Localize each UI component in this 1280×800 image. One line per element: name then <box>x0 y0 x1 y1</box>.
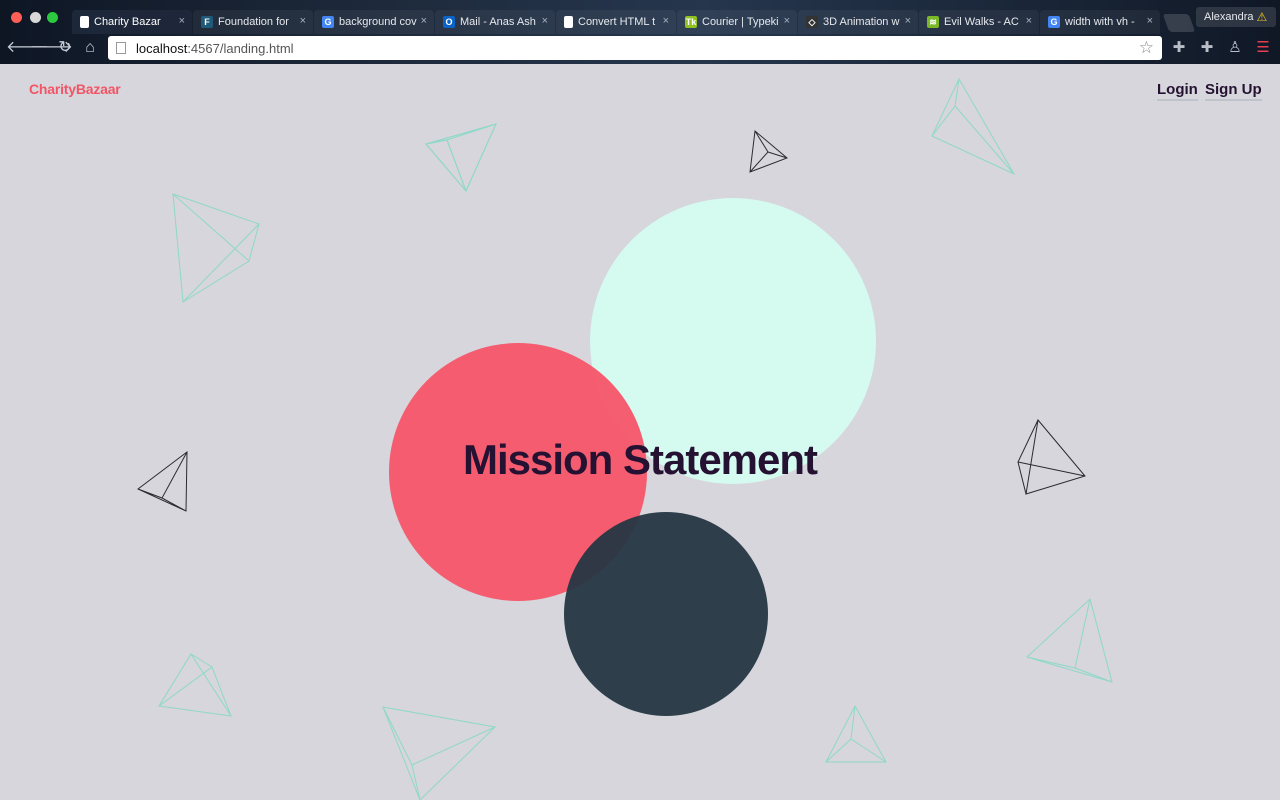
back-icon[interactable]: 🡐 <box>6 38 49 58</box>
tab-close-icon[interactable]: × <box>421 15 427 27</box>
maximize-window-button[interactable] <box>47 12 58 23</box>
page-icon <box>116 42 126 54</box>
warning-icon: ⚠ <box>1256 10 1268 24</box>
spotify-icon: ≋ <box>927 16 939 28</box>
address-bar[interactable]: localhost :4567/landing.html ☆ <box>108 36 1162 60</box>
tab-title: Charity Bazar <box>94 16 161 28</box>
tab-2[interactable]: Gbackground cov × <box>314 10 434 34</box>
tab-strip: Charity Bazar × F Foundation for × Gbackgroun… <box>72 8 1196 34</box>
google-icon: G <box>322 16 334 28</box>
mission-heading: Mission Statement <box>462 436 818 483</box>
login-link[interactable]: Login <box>1157 81 1198 101</box>
tab-4[interactable]: Convert HTML t × <box>556 10 676 34</box>
tab-close-icon[interactable]: × <box>179 15 185 27</box>
extension-person-icon[interactable]: ♙ <box>1226 38 1244 58</box>
extension-puzzle-icon-2[interactable]: ✚ <box>1198 38 1216 58</box>
minimize-window-button[interactable] <box>30 12 41 23</box>
tab-3[interactable]: O Mail - Anas Ash × <box>435 10 555 34</box>
tab-7[interactable]: ≋ Evil Walks - AC × <box>919 10 1039 34</box>
profile-name: Alexandra <box>1204 11 1254 23</box>
forward-icon[interactable]: 🡒 <box>30 38 73 58</box>
tab-close-icon[interactable]: × <box>300 15 306 27</box>
extension-puzzle-icon[interactable]: ✚ <box>1170 38 1188 58</box>
foundation-icon: F <box>201 16 213 28</box>
tab-6[interactable]: ◇ 3D Animation w × <box>798 10 918 34</box>
tab-close-icon[interactable]: × <box>1026 15 1032 27</box>
signup-link[interactable]: Sign Up <box>1205 81 1262 101</box>
brand-logo[interactable]: CharityBazaar <box>29 81 121 97</box>
close-window-button[interactable] <box>11 12 22 23</box>
menu-hamburger-icon[interactable]: ☰ <box>1254 38 1272 58</box>
tab-8[interactable]: Gwidth with vh - × <box>1040 10 1160 34</box>
profile-button[interactable]: Alexandra ⚠ <box>1196 7 1276 27</box>
home-icon[interactable]: ⌂ <box>80 38 100 58</box>
tab-5[interactable]: Tk Courier | Typeki × <box>677 10 797 34</box>
page-icon <box>564 16 573 28</box>
landing-page: CharityBazaar Login Sign Up Mission Stat… <box>0 64 1280 800</box>
tab-close-icon[interactable]: × <box>663 15 669 27</box>
tab-close-icon[interactable]: × <box>784 15 790 27</box>
new-tab-button[interactable] <box>1162 14 1196 32</box>
outlook-icon: O <box>443 16 455 28</box>
tab-title: Convert HTML t <box>578 16 656 28</box>
page-icon <box>80 16 89 28</box>
tab-close-icon[interactable]: × <box>1147 15 1153 27</box>
typekit-icon: Tk <box>685 16 697 28</box>
url-path: :4567/landing.html <box>187 40 294 56</box>
dark-circle <box>564 512 768 716</box>
url-host: localhost <box>136 40 188 56</box>
tab-close-icon[interactable]: × <box>905 15 911 27</box>
reload-icon[interactable]: ↻ <box>55 38 75 58</box>
bookmark-star-icon[interactable]: ☆ <box>1139 38 1154 58</box>
codepen-icon: ◇ <box>806 16 818 28</box>
tab-close-icon[interactable]: × <box>542 15 548 27</box>
browser-chrome: Charity Bazar × F Foundation for × Gbackgroun… <box>0 0 1280 64</box>
tab-0[interactable]: Charity Bazar × <box>72 10 192 34</box>
google-icon: G <box>1048 16 1060 28</box>
tab-1[interactable]: F Foundation for × <box>193 10 313 34</box>
